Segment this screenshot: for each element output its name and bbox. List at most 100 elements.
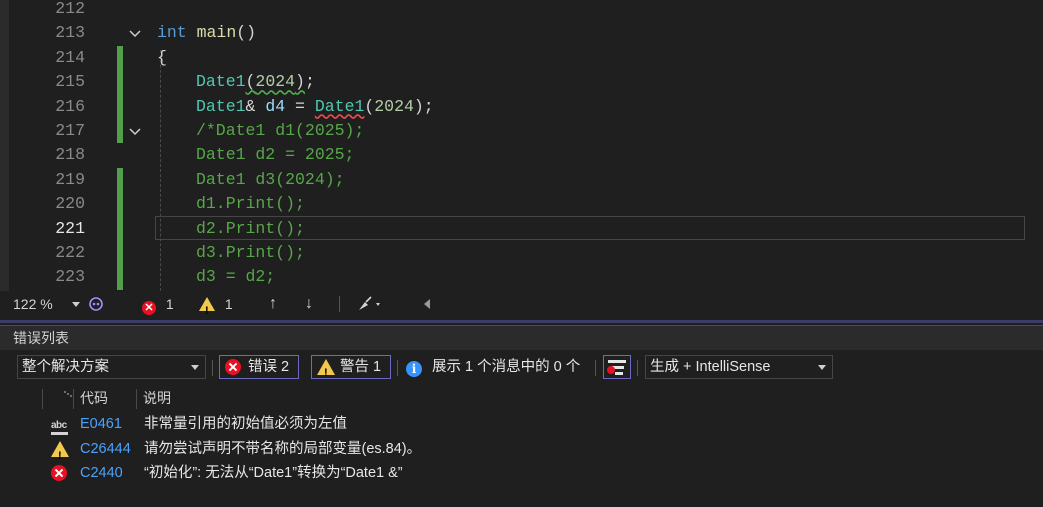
- change-bar: [117, 119, 123, 144]
- code-text: d2.Print();: [196, 218, 305, 238]
- column-header-code[interactable]: 代码: [80, 386, 108, 411]
- code-text: d3 = d2;: [196, 267, 276, 287]
- line-number: 212: [55, 0, 85, 18]
- line-number: 220: [55, 194, 85, 214]
- code-line[interactable]: 223 d3 = d2;: [0, 265, 1043, 290]
- chevron-down-icon: [818, 365, 826, 370]
- change-bar: [117, 70, 123, 95]
- panel-title-bar[interactable]: 错误列表: [0, 325, 1043, 351]
- code-text: d3.Print();: [196, 243, 305, 262]
- panel-splitter[interactable]: [0, 317, 1043, 325]
- fold-chevron-icon[interactable]: [127, 123, 143, 139]
- code-editor[interactable]: 212 213 int main() 214 { 215 Date1(2024)…: [0, 0, 1043, 291]
- line-number: 216: [55, 96, 85, 116]
- info-icon: i: [406, 361, 422, 377]
- error-code-link[interactable]: C2440: [80, 461, 123, 486]
- error-count-indicator[interactable]: ✕ 1: [142, 291, 174, 317]
- line-number: 214: [55, 47, 85, 67]
- editor-status-bar: 122 % ✕ 1 1 ↑ ↓: [0, 291, 1043, 324]
- column-divider: [73, 389, 74, 409]
- change-bar: [117, 265, 123, 290]
- line-number: 219: [55, 169, 85, 189]
- table-row[interactable]: C2440 “初始化”: 无法从“Date1”转换为“Date1 &”: [0, 461, 1043, 486]
- next-issue-button[interactable]: ↓: [305, 291, 313, 317]
- warning-icon: [317, 359, 335, 384]
- code-line[interactable]: 222 d3.Print();: [0, 241, 1043, 266]
- code-text: int main(): [157, 23, 257, 43]
- code-line[interactable]: 214 {: [0, 45, 1043, 71]
- column-divider: [136, 389, 137, 409]
- change-bar: [117, 167, 123, 193]
- error-code-link[interactable]: C26444: [80, 437, 131, 462]
- filter-options-button[interactable]: [603, 355, 631, 379]
- code-line[interactable]: 215 Date1(2024);: [0, 70, 1043, 95]
- code-text: Date1 d2 = 2025;: [196, 145, 355, 165]
- code-text: /*Date1 d1(2025);: [196, 121, 365, 140]
- code-text: Date1 d3(2024);: [196, 169, 345, 189]
- error-icon: [225, 359, 241, 375]
- previous-issue-button[interactable]: ↑: [269, 291, 277, 317]
- build-source-dropdown[interactable]: 生成 + IntelliSense: [645, 355, 833, 379]
- warning-icon: [199, 297, 215, 324]
- line-number: 213: [55, 23, 85, 43]
- error-icon: ✕: [142, 301, 156, 315]
- change-bar: [117, 241, 123, 266]
- table-row[interactable]: C26444 请勿尝试声明不带名称的局部变量(es.84)。: [0, 437, 1043, 468]
- filter-icon: [607, 360, 626, 375]
- build-source-value: 生成 + IntelliSense: [650, 359, 771, 375]
- code-cleanup-broom-icon[interactable]: [356, 291, 384, 317]
- vertical-scrollbar[interactable]: [1027, 0, 1043, 291]
- line-number: 222: [55, 243, 85, 262]
- warning-icon: [51, 440, 69, 468]
- code-line[interactable]: 213 int main(): [0, 21, 1043, 45]
- error-code-link[interactable]: E0461: [80, 412, 122, 437]
- code-line[interactable]: 217 /*Date1 d1(2025);: [0, 119, 1043, 144]
- error-description: “初始化”: 无法从“Date1”转换为“Date1 &”: [144, 465, 403, 481]
- code-line[interactable]: 220 d1.Print();: [0, 192, 1043, 217]
- separator: [397, 360, 398, 376]
- error-icon: [51, 465, 67, 481]
- code-line[interactable]: 212: [0, 0, 1043, 21]
- sort-indicator-icon: [64, 391, 72, 397]
- line-number: 217: [55, 121, 85, 140]
- line-number: 223: [55, 267, 85, 287]
- copilot-icon[interactable]: [88, 291, 106, 317]
- change-bar: [117, 94, 123, 119]
- error-list-toolbar: 整个解决方案 错误 2 警告 1 i 展示 1 个消息中的 0 个: [0, 350, 1043, 386]
- warnings-filter-button[interactable]: 警告 1: [311, 355, 391, 384]
- error-list-panel: 错误列表 整个解决方案 错误 2 警告 1 i 展示 1 个消息中的 0 个: [0, 325, 1043, 507]
- errors-filter-button[interactable]: 错误 2: [219, 355, 299, 379]
- code-text: d1.Print();: [196, 194, 305, 214]
- fold-chevron-icon[interactable]: [127, 25, 143, 41]
- line-number: 215: [55, 72, 85, 92]
- chevron-down-icon: [191, 365, 199, 370]
- line-number: 221: [55, 218, 85, 238]
- error-description: 请勿尝试声明不带名称的局部变量(es.84)。: [144, 440, 422, 457]
- scroll-left-icon[interactable]: [422, 291, 432, 317]
- panel-title: 错误列表: [13, 330, 69, 346]
- code-line[interactable]: 219 Date1 d3(2024);: [0, 167, 1043, 193]
- table-row[interactable]: abc E0461 非常量引用的初始值必须为左值: [0, 412, 1043, 437]
- change-bar: [117, 216, 123, 241]
- code-text: Date1(2024);: [196, 72, 315, 92]
- chevron-down-icon: [72, 302, 80, 307]
- separator: [595, 360, 596, 376]
- change-bar: [117, 192, 123, 217]
- code-line[interactable]: 216 Date1& d4 = Date1(2024);: [0, 94, 1043, 119]
- code-text: {: [157, 47, 167, 67]
- line-number: 218: [55, 145, 85, 165]
- code-line[interactable]: 218 Date1 d2 = 2025;: [0, 143, 1043, 167]
- column-header-description[interactable]: 说明: [143, 386, 171, 411]
- separator: [637, 360, 638, 376]
- messages-filter-button[interactable]: i 展示 1 个消息中的 0 个: [406, 355, 580, 379]
- error-list-header: 代码 说明: [0, 386, 1043, 411]
- zoom-level: 122 %: [13, 296, 53, 312]
- scope-dropdown[interactable]: 整个解决方案: [17, 355, 206, 379]
- separator: [212, 360, 213, 376]
- warning-count-indicator[interactable]: 1: [199, 291, 233, 324]
- zoom-dropdown[interactable]: 122 %: [13, 291, 83, 317]
- spell-error-icon: abc: [51, 414, 68, 439]
- separator: [339, 296, 340, 312]
- column-divider: [42, 389, 43, 409]
- code-line[interactable]: 221 d2.Print();: [0, 216, 1043, 241]
